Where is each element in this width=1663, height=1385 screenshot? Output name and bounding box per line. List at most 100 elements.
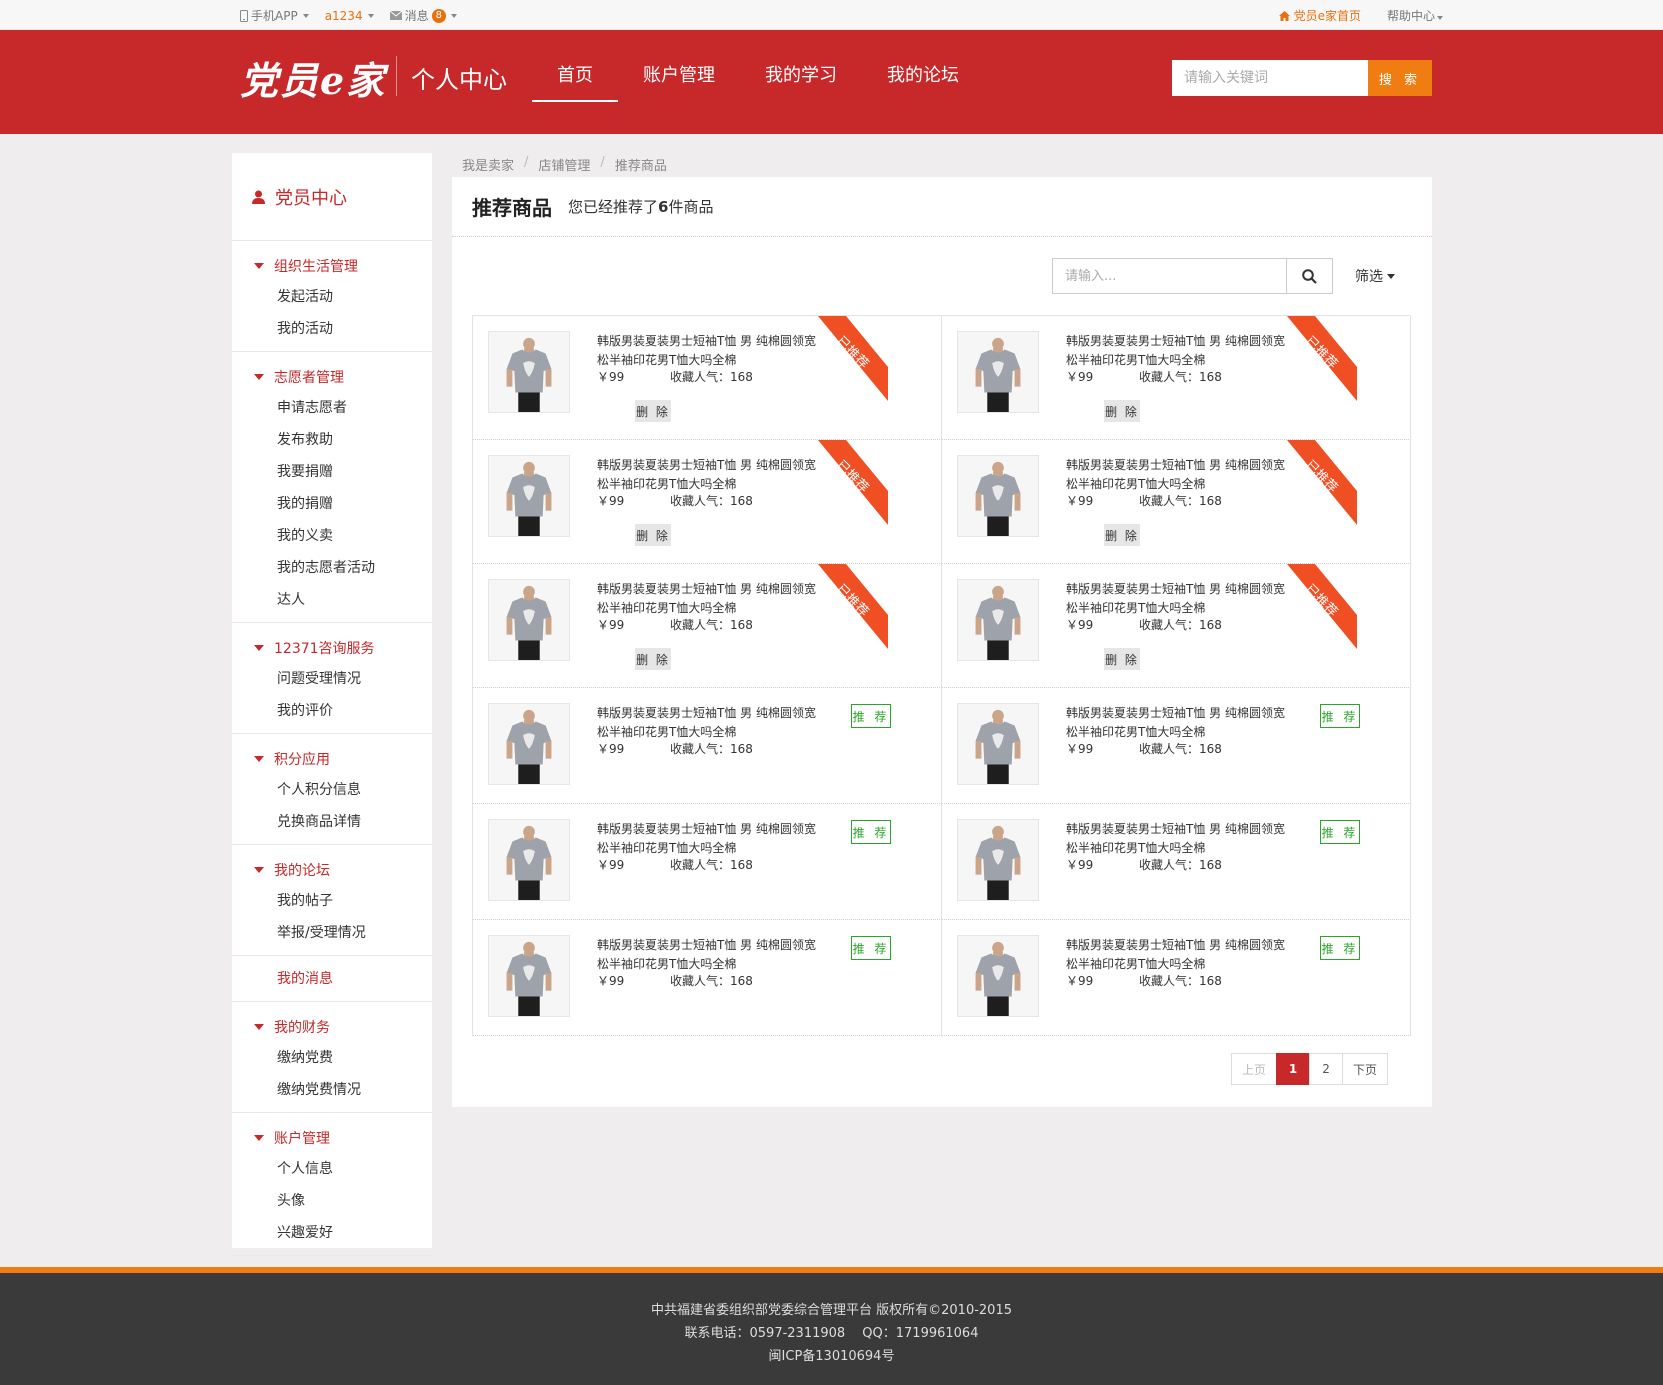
sidebar-item[interactable]: 我的义卖 bbox=[232, 520, 432, 552]
help-center-label: 帮助中心 bbox=[1386, 9, 1435, 23]
header-search-input[interactable] bbox=[1172, 60, 1368, 96]
product-popularity: 收藏人气：168 bbox=[670, 370, 753, 384]
nav-account[interactable]: 账户管理 bbox=[618, 64, 740, 102]
recommend-button[interactable]: 推 荐 bbox=[851, 820, 891, 844]
sidebar-item[interactable]: 我要捐赠 bbox=[232, 456, 432, 488]
help-center-menu[interactable]: 帮助中心 bbox=[1387, 7, 1443, 24]
sidebar-title: 党员中心 bbox=[275, 187, 347, 209]
product-search-input[interactable] bbox=[1052, 258, 1287, 294]
recommend-button[interactable]: 推 荐 bbox=[851, 936, 891, 960]
product-price: ￥99 bbox=[1066, 494, 1094, 508]
mobile-app-menu[interactable]: 手机APP bbox=[240, 7, 309, 24]
product-name[interactable]: 韩版男装夏装男士短袖T恤 男 纯棉圆领宽松半袖印花男T恤大吗全棉 bbox=[597, 820, 825, 858]
messages-menu[interactable]: 消息 8 bbox=[389, 7, 457, 24]
sidebar-item[interactable]: 达人 bbox=[232, 584, 432, 616]
nav-forum[interactable]: 我的论坛 bbox=[862, 64, 984, 102]
product-thumbnail[interactable] bbox=[488, 819, 570, 901]
product-card: 韩版男装夏装男士短袖T恤 男 纯棉圆领宽松半袖印花男T恤大吗全棉 ￥99 收藏人气：… bbox=[473, 316, 942, 440]
delete-button[interactable]: 删 除 bbox=[1104, 648, 1140, 670]
product-thumbnail[interactable] bbox=[957, 819, 1039, 901]
sidebar-group-title[interactable]: 组织生活管理 bbox=[232, 251, 432, 281]
sidebar-item[interactable]: 举报/受理情况 bbox=[232, 917, 432, 949]
product-thumbnail[interactable] bbox=[488, 935, 570, 1017]
delete-button[interactable]: 删 除 bbox=[635, 648, 671, 670]
sidebar-group-title[interactable]: 我的论坛 bbox=[232, 855, 432, 885]
product-popularity: 收藏人气：168 bbox=[670, 858, 753, 872]
product-thumbnail[interactable] bbox=[957, 331, 1039, 413]
sidebar-item[interactable]: 我的活动 bbox=[232, 313, 432, 345]
product-grid: 韩版男装夏装男士短袖T恤 男 纯棉圆领宽松半袖印花男T恤大吗全棉 ￥99 收藏人气：… bbox=[472, 315, 1411, 1036]
header-search-button[interactable]: 搜 索 bbox=[1368, 60, 1432, 96]
sidebar-item[interactable]: 发起活动 bbox=[232, 281, 432, 313]
sidebar-item[interactable]: 问题受理情况 bbox=[232, 663, 432, 695]
sidebar-group-title[interactable]: 志愿者管理 bbox=[232, 362, 432, 392]
sidebar-item[interactable]: 兴趣爱好 bbox=[232, 1217, 432, 1249]
product-name[interactable]: 韩版男装夏装男士短袖T恤 男 纯棉圆领宽松半袖印花男T恤大吗全棉 bbox=[597, 704, 825, 742]
sidebar-item[interactable]: 申请志愿者 bbox=[232, 392, 432, 424]
nav-home[interactable]: 首页 bbox=[532, 64, 618, 102]
recommended-label: 已推荐 bbox=[1301, 457, 1341, 497]
product-thumbnail[interactable] bbox=[957, 455, 1039, 537]
product-search-button[interactable] bbox=[1287, 258, 1333, 294]
sidebar-item[interactable]: 我的评价 bbox=[232, 695, 432, 727]
sidebar-item[interactable]: 个人信息 bbox=[232, 1153, 432, 1185]
pagination-prev[interactable]: 上页 bbox=[1231, 1053, 1278, 1085]
sidebar-item[interactable]: 我的帖子 bbox=[232, 885, 432, 917]
product-thumbnail[interactable] bbox=[488, 579, 570, 661]
delete-button[interactable]: 删 除 bbox=[1104, 400, 1140, 422]
sidebar-group-title[interactable]: 账户管理 bbox=[232, 1123, 432, 1153]
breadcrumb-current: 推荐商品 bbox=[614, 159, 667, 174]
sidebar-item[interactable]: 缴纳党费 bbox=[232, 1042, 432, 1074]
sidebar-item[interactable]: 缴纳党费情况 bbox=[232, 1074, 432, 1106]
sidebar-item[interactable]: 头像 bbox=[232, 1185, 432, 1217]
main-nav: 首页 账户管理 我的学习 我的论坛 bbox=[532, 64, 984, 102]
product-name[interactable]: 韩版男装夏装男士短袖T恤 男 纯棉圆领宽松半袖印花男T恤大吗全棉 bbox=[597, 936, 825, 974]
product-name[interactable]: 韩版男装夏装男士短袖T恤 男 纯棉圆领宽松半袖印花男T恤大吗全棉 bbox=[1066, 332, 1294, 370]
sidebar-group-title[interactable]: 我的财务 bbox=[232, 1012, 432, 1042]
product-popularity: 收藏人气：168 bbox=[1139, 494, 1222, 508]
sidebar-item[interactable]: 兑换商品详情 bbox=[232, 806, 432, 838]
product-name[interactable]: 韩版男装夏装男士短袖T恤 男 纯棉圆领宽松半袖印花男T恤大吗全棉 bbox=[1066, 456, 1294, 494]
product-thumbnail[interactable] bbox=[957, 935, 1039, 1017]
sidebar-item[interactable]: 我的捐赠 bbox=[232, 488, 432, 520]
delete-button[interactable]: 删 除 bbox=[635, 524, 671, 546]
recommend-button[interactable]: 推 荐 bbox=[1320, 820, 1360, 844]
sidebar-item-messages[interactable]: 我的消息 bbox=[232, 956, 432, 1002]
pagination-page-1[interactable]: 1 bbox=[1276, 1053, 1311, 1085]
breadcrumb-seller[interactable]: 我是卖家 bbox=[462, 155, 514, 174]
delete-button[interactable]: 删 除 bbox=[1104, 524, 1140, 546]
portal-home-link[interactable]: 党员e家首页 bbox=[1278, 7, 1361, 24]
product-thumbnail[interactable] bbox=[488, 703, 570, 785]
product-name[interactable]: 韩版男装夏装男士短袖T恤 男 纯棉圆领宽松半袖印花男T恤大吗全棉 bbox=[1066, 820, 1294, 858]
sidebar-item[interactable]: 个人积分信息 bbox=[232, 774, 432, 806]
site-logo[interactable]: 党员e家 bbox=[240, 50, 386, 105]
product-name[interactable]: 韩版男装夏装男士短袖T恤 男 纯棉圆领宽松半袖印花男T恤大吗全棉 bbox=[597, 580, 825, 618]
site-header: 党员e家 个人中心 首页 账户管理 我的学习 我的论坛 搜 索 bbox=[0, 30, 1663, 134]
product-name[interactable]: 韩版男装夏装男士短袖T恤 男 纯棉圆领宽松半袖印花男T恤大吗全棉 bbox=[1066, 580, 1294, 618]
product-thumbnail[interactable] bbox=[488, 331, 570, 413]
product-name[interactable]: 韩版男装夏装男士短袖T恤 男 纯棉圆领宽松半袖印花男T恤大吗全棉 bbox=[1066, 704, 1294, 742]
user-menu[interactable]: a1234 bbox=[325, 7, 374, 24]
product-thumbnail[interactable] bbox=[957, 703, 1039, 785]
footer-copyright: 中共福建省委组织部党委综合管理平台 版权所有©2010-2015 bbox=[651, 1303, 1012, 1318]
sidebar-item[interactable]: 发布救助 bbox=[232, 424, 432, 456]
filter-dropdown[interactable]: 筛选 bbox=[1355, 266, 1395, 286]
product-thumbnail[interactable] bbox=[488, 455, 570, 537]
product-card: 韩版男装夏装男士短袖T恤 男 纯棉圆领宽松半袖印花男T恤大吗全棉 ￥99 收藏人气：… bbox=[942, 920, 1411, 1036]
breadcrumb-shop[interactable]: 店铺管理 bbox=[538, 155, 590, 174]
product-thumbnail[interactable] bbox=[957, 579, 1039, 661]
product-name[interactable]: 韩版男装夏装男士短袖T恤 男 纯棉圆领宽松半袖印花男T恤大吗全棉 bbox=[1066, 936, 1294, 974]
sidebar-group-title[interactable]: 12371咨询服务 bbox=[232, 633, 432, 663]
delete-button[interactable]: 删 除 bbox=[635, 400, 671, 422]
sidebar-item[interactable]: 我的志愿者活动 bbox=[232, 552, 432, 584]
nav-study[interactable]: 我的学习 bbox=[740, 64, 862, 102]
recommend-button[interactable]: 推 荐 bbox=[851, 704, 891, 728]
recommend-button[interactable]: 推 荐 bbox=[1320, 704, 1360, 728]
product-name[interactable]: 韩版男装夏装男士短袖T恤 男 纯棉圆领宽松半袖印花男T恤大吗全棉 bbox=[597, 456, 825, 494]
recommend-button[interactable]: 推 荐 bbox=[1320, 936, 1360, 960]
sidebar-group-title[interactable]: 积分应用 bbox=[232, 744, 432, 774]
pagination-next[interactable]: 下页 bbox=[1342, 1053, 1389, 1085]
product-name[interactable]: 韩版男装夏装男士短袖T恤 男 纯棉圆领宽松半袖印花男T恤大吗全棉 bbox=[597, 332, 825, 370]
product-meta: ￥99 收藏人气：168 bbox=[597, 492, 753, 509]
pagination-page-2[interactable]: 2 bbox=[1309, 1053, 1344, 1085]
